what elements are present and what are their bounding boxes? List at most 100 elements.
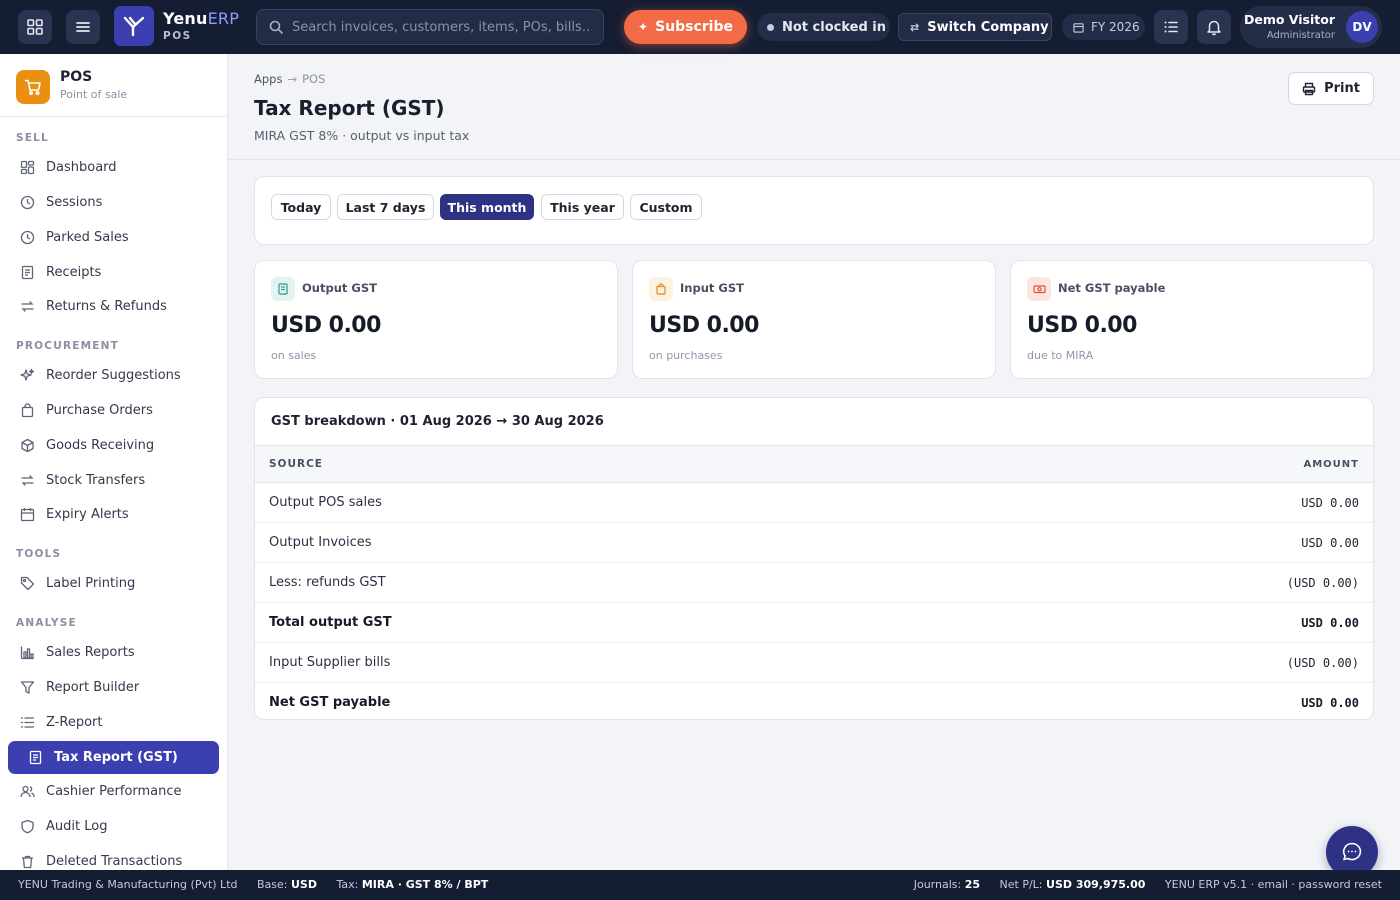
calendar-icon: [19, 507, 35, 523]
table-row: Output POS sales USD 0.00: [255, 482, 1373, 523]
footer-version[interactable]: YENU ERP v5.1 · email · password reset: [1165, 878, 1382, 891]
top-bar: YenuERP POS ✦ Subscribe Not clocked in ⇄…: [0, 0, 1400, 54]
sidebar-item-label: Stock Transfers: [46, 473, 146, 488]
kpi-note: on sales: [271, 349, 317, 362]
breadcrumb-apps-link[interactable]: Apps: [254, 72, 282, 86]
kpi-output-gst: Output GST USD 0.00 on sales: [254, 260, 618, 379]
sidebar-item-sales-reports[interactable]: Sales Reports: [8, 636, 219, 669]
sidebar-item-purchase-orders[interactable]: Purchase Orders: [8, 394, 219, 427]
range-today-button[interactable]: Today: [271, 194, 331, 220]
row-source: Input Supplier bills: [255, 642, 900, 683]
row-amount: USD 0.00: [899, 522, 1373, 563]
sidebar-item-label: Tax Report (GST): [54, 750, 178, 765]
chat-icon: [1342, 842, 1362, 861]
kpi-note: due to MIRA: [1027, 349, 1094, 362]
search-input[interactable]: [292, 19, 592, 35]
sidebar-item-goods-receiving[interactable]: Goods Receiving: [8, 429, 219, 462]
sidebar-item-tax-report[interactable]: Tax Report (GST): [8, 741, 219, 774]
subscribe-label: Subscribe: [655, 19, 733, 35]
sidebar-item-dashboard[interactable]: Dashboard: [8, 151, 219, 184]
sidebar-item-z-report[interactable]: Z-Report: [8, 706, 219, 739]
sidebar-item-receipts[interactable]: Receipts: [8, 256, 219, 289]
sidebar-item-expiry-alerts[interactable]: Expiry Alerts: [8, 498, 219, 531]
sparkle-icon: [19, 368, 35, 384]
brand[interactable]: YenuERP POS: [114, 5, 239, 47]
users-icon: [19, 784, 35, 800]
row-source: Output Invoices: [255, 522, 900, 563]
footer-base-currency: USD: [290, 878, 317, 891]
sidebar-item-label: Parked Sales: [46, 230, 129, 245]
switch-company-button[interactable]: ⇄ Switch Company: [898, 13, 1052, 41]
gst-breakdown-card: GST breakdown · 01 Aug 2026 → 30 Aug 202…: [254, 397, 1374, 720]
row-source: Less: refunds GST: [255, 562, 900, 603]
status-bar-right: Journals: 25 Net P/L: USD 309,975.00 YEN…: [913, 878, 1382, 891]
kpi-note: on purchases: [649, 349, 723, 362]
sidebar-item-audit-log[interactable]: Audit Log: [8, 810, 219, 843]
filter-icon: [19, 680, 35, 696]
sidebar-item-label: Audit Log: [46, 819, 108, 834]
sidebar-item-label: Report Builder: [46, 680, 140, 695]
status-dot-icon: [767, 23, 774, 31]
sidebar-item-sessions[interactable]: Sessions: [8, 186, 219, 219]
breadcrumb: Apps → POS: [254, 72, 325, 86]
table-row: Output Invoices USD 0.00: [255, 522, 1373, 563]
dashboard-icon: [19, 160, 35, 176]
sidebar-item-label-printing[interactable]: Label Printing: [8, 567, 219, 600]
sidebar-item-label: Expiry Alerts: [46, 507, 129, 522]
fiscal-year-selector[interactable]: FY 2026: [1062, 14, 1145, 40]
clock-status[interactable]: Not clocked in: [757, 13, 890, 41]
fiscal-year-label: FY 2026: [1091, 20, 1140, 34]
sidebar-item-label: Z-Report: [46, 715, 103, 730]
sidebar-item-label: Reorder Suggestions: [46, 368, 181, 383]
brand-name: YenuERP: [163, 8, 240, 28]
row-amount: (USD 0.00): [899, 642, 1373, 683]
row-source: Total output GST: [255, 602, 900, 643]
box-icon: [19, 438, 35, 454]
section-procurement: PROCUREMENT: [16, 340, 119, 352]
header-divider: [228, 159, 1400, 160]
kpi-input-gst: Input GST USD 0.00 on purchases: [632, 260, 996, 379]
switch-company-label: Switch Company: [927, 19, 1049, 35]
avatar: DV: [1346, 11, 1378, 43]
print-button[interactable]: Print: [1288, 72, 1374, 105]
footer-net-pl: USD 309,975.00: [1046, 878, 1146, 891]
row-amount: (USD 0.00): [899, 562, 1373, 603]
sidebar-item-returns-refunds[interactable]: Returns & Refunds: [8, 290, 219, 323]
shield-icon: [19, 819, 35, 835]
subscribe-button[interactable]: ✦ Subscribe: [624, 10, 747, 44]
user-menu[interactable]: Demo Visitor Administrator DV: [1240, 6, 1382, 48]
sidebar-item-label: Label Printing: [46, 576, 136, 591]
clock-icon: [19, 195, 35, 211]
sidebar-item-report-builder[interactable]: Report Builder: [8, 671, 219, 704]
page-title: Tax Report (GST): [254, 96, 445, 120]
apps-grid-button[interactable]: [18, 10, 52, 44]
clock-status-label: Not clocked in: [782, 19, 887, 35]
sidebar-item-label: Sessions: [46, 195, 103, 210]
notifications-button[interactable]: [1197, 10, 1231, 44]
table-row: Less: refunds GST (USD 0.00): [255, 562, 1373, 603]
sidebar-item-label: Returns & Refunds: [46, 299, 167, 314]
gst-breakdown-table: SOURCE AMOUNT Output POS sales USD 0.00 O…: [255, 445, 1373, 719]
clock-icon: [19, 230, 35, 246]
breadcrumb-current: POS: [302, 72, 326, 86]
calendar-icon: [1073, 22, 1084, 33]
hamburger-icon: [76, 22, 90, 32]
sidebar-item-deleted-transactions[interactable]: Deleted Transactions: [8, 845, 219, 870]
sidebar-item-label: Deleted Transactions: [46, 854, 183, 869]
range-last-7-days-button[interactable]: Last 7 days: [337, 194, 434, 220]
section-sell: SELL: [16, 132, 49, 144]
task-list-button[interactable]: [1154, 10, 1188, 44]
sidebar-item-label: Receipts: [46, 265, 102, 280]
range-this-month-button[interactable]: This month: [440, 194, 534, 220]
range-this-year-button[interactable]: This year: [541, 194, 624, 220]
range-custom-button[interactable]: Custom: [630, 194, 702, 220]
row-amount: USD 0.00: [899, 602, 1373, 643]
sidebar-item-parked-sales[interactable]: Parked Sales: [8, 221, 219, 254]
row-amount: USD 0.00: [899, 482, 1373, 523]
sidebar-item-reorder-suggestions[interactable]: Reorder Suggestions: [8, 359, 219, 392]
kpi-value: USD 0.00: [649, 313, 759, 338]
sidebar-item-cashier-performance[interactable]: Cashier Performance: [8, 775, 219, 808]
sidebar-item-stock-transfers[interactable]: Stock Transfers: [8, 464, 219, 497]
column-source: SOURCE: [255, 445, 900, 483]
menu-toggle-button[interactable]: [66, 10, 100, 44]
